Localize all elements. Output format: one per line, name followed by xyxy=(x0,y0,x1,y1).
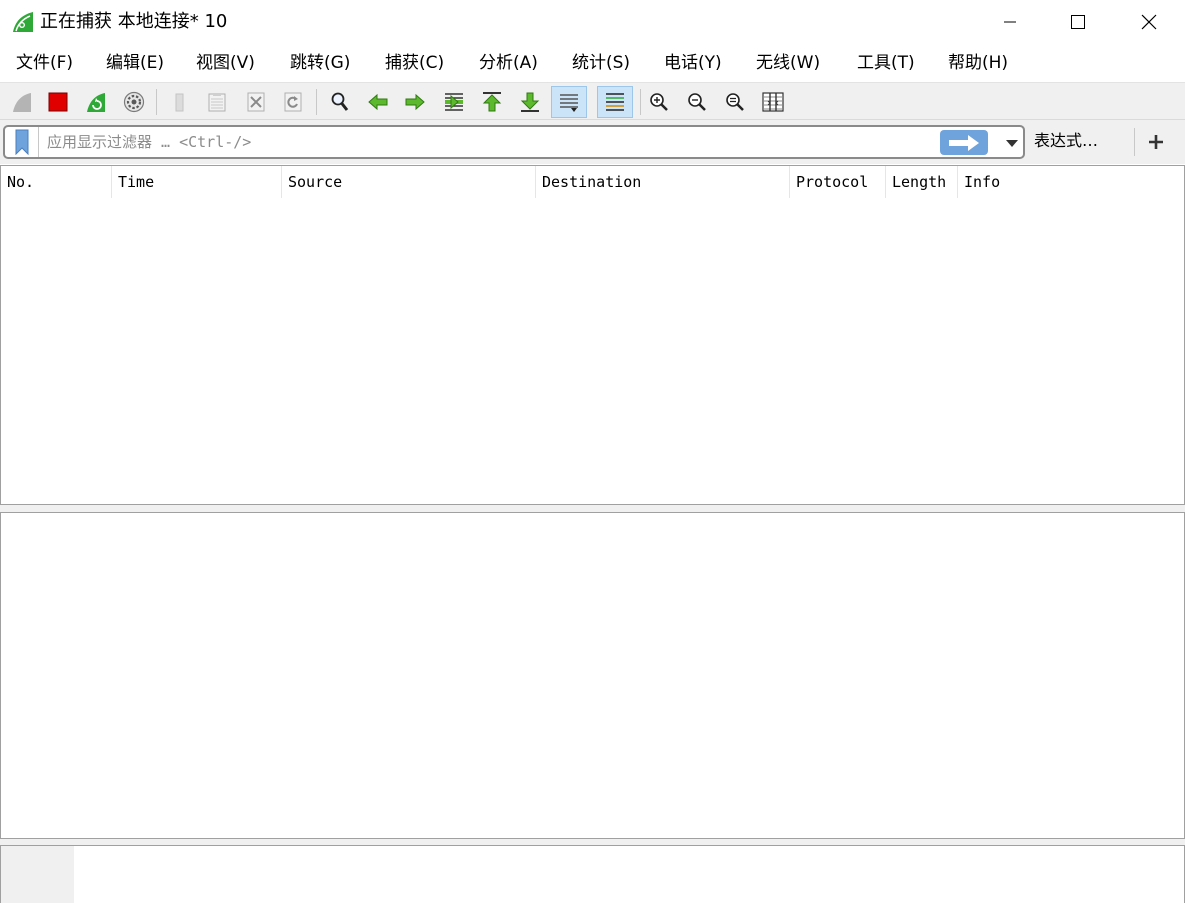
menu-help[interactable]: 帮助(H) xyxy=(948,51,1008,75)
find-packet-button[interactable] xyxy=(324,86,356,118)
menu-tools[interactable]: 工具(T) xyxy=(857,51,915,75)
menu-edit[interactable]: 编辑(E) xyxy=(106,51,164,75)
go-forward-button[interactable] xyxy=(399,86,431,118)
shark-fin-icon xyxy=(13,93,31,112)
auto-scroll-icon xyxy=(560,94,578,112)
resize-columns-button[interactable] xyxy=(757,86,789,118)
packet-list-header: No. Time Source Destination Protocol Len… xyxy=(1,166,1184,198)
file-open-icon xyxy=(175,93,184,112)
menu-telephony[interactable]: 电话(Y) xyxy=(664,51,722,75)
arrow-up-icon xyxy=(482,92,502,112)
auto-scroll-button[interactable] xyxy=(551,86,587,118)
zoom-in-button[interactable] xyxy=(643,86,675,118)
zoom-out-icon xyxy=(688,93,706,111)
packet-bytes-pane[interactable] xyxy=(0,845,1185,903)
display-filter-box xyxy=(3,125,1025,159)
filter-history-dropdown[interactable] xyxy=(1001,130,1023,155)
menu-go[interactable]: 跳转(G) xyxy=(290,51,350,75)
go-to-packet-button[interactable] xyxy=(438,86,470,118)
reload-file-button[interactable] xyxy=(277,86,309,118)
search-icon xyxy=(331,92,349,111)
minimize-icon xyxy=(1004,21,1016,23)
column-header-time[interactable]: Time xyxy=(112,166,282,198)
main-toolbar xyxy=(0,82,1185,120)
restart-capture-button[interactable] xyxy=(80,86,112,118)
filter-bookmark-button[interactable] xyxy=(5,127,39,157)
column-header-length[interactable]: Length xyxy=(886,166,958,198)
expression-button[interactable]: 表达式… xyxy=(1034,130,1098,152)
toolbar-separator xyxy=(640,89,641,115)
bookmark-icon xyxy=(15,129,28,155)
menu-capture[interactable]: 捕获(C) xyxy=(385,51,444,75)
pane-splitter[interactable] xyxy=(0,505,1185,512)
arrow-right-icon xyxy=(949,134,979,151)
close-file-button[interactable] xyxy=(240,86,272,118)
last-packet-button[interactable] xyxy=(514,86,546,118)
save-file-button[interactable] xyxy=(201,86,233,118)
menu-wireless[interactable]: 无线(W) xyxy=(756,51,820,75)
maximize-button[interactable] xyxy=(1043,0,1113,44)
column-header-info[interactable]: Info xyxy=(958,166,1184,198)
column-header-no[interactable]: No. xyxy=(1,166,112,198)
save-file-icon xyxy=(208,93,226,112)
stop-capture-button[interactable] xyxy=(42,86,74,118)
close-button[interactable] xyxy=(1114,0,1184,44)
packet-list-pane[interactable]: No. Time Source Destination Protocol Len… xyxy=(0,165,1185,505)
maximize-icon xyxy=(1071,15,1085,29)
chevron-down-icon xyxy=(1006,139,1018,147)
go-to-packet-icon xyxy=(445,93,463,111)
normal-size-button[interactable] xyxy=(719,86,751,118)
restart-shark-icon xyxy=(87,93,105,112)
first-packet-button[interactable] xyxy=(476,86,508,118)
reload-icon xyxy=(284,92,302,112)
column-header-source[interactable]: Source xyxy=(282,166,536,198)
zoom-out-button[interactable] xyxy=(681,86,713,118)
menu-view[interactable]: 视图(V) xyxy=(196,51,255,75)
go-back-button[interactable] xyxy=(362,86,394,118)
arrow-right-icon xyxy=(405,93,425,111)
zoom-reset-icon xyxy=(726,93,744,111)
display-filter-input[interactable] xyxy=(47,131,927,153)
arrow-left-icon xyxy=(368,93,388,111)
resize-columns-icon xyxy=(762,92,784,112)
menu-analyze[interactable]: 分析(A) xyxy=(479,51,538,75)
bytes-offset-gutter xyxy=(1,846,74,903)
add-filter-button[interactable] xyxy=(1144,130,1168,154)
close-icon xyxy=(1141,14,1157,30)
menu-bar: 文件(F) 编辑(E) 视图(V) 跳转(G) 捕获(C) 分析(A) 统计(S… xyxy=(0,44,1185,82)
gear-icon xyxy=(123,91,145,113)
toolbar-separator xyxy=(156,89,157,115)
zoom-in-icon xyxy=(650,93,668,111)
start-capture-button[interactable] xyxy=(6,86,38,118)
filter-separator xyxy=(1134,128,1135,156)
display-filter-bar: 表达式… xyxy=(0,120,1185,164)
capture-options-button[interactable] xyxy=(118,86,150,118)
plus-icon xyxy=(1149,135,1163,149)
packet-details-pane[interactable] xyxy=(0,512,1185,839)
minimize-button[interactable] xyxy=(975,0,1045,44)
window-title: 正在捕获 本地连接* 10 xyxy=(40,11,228,32)
column-header-destination[interactable]: Destination xyxy=(536,166,790,198)
colorize-icon xyxy=(606,93,624,111)
open-file-button[interactable] xyxy=(164,86,196,118)
menu-statistics[interactable]: 统计(S) xyxy=(572,51,630,75)
column-header-protocol[interactable]: Protocol xyxy=(790,166,886,198)
close-file-icon xyxy=(247,92,265,112)
colorize-button[interactable] xyxy=(597,86,633,118)
stop-icon xyxy=(48,92,68,112)
apply-filter-button[interactable] xyxy=(940,130,988,155)
menu-file[interactable]: 文件(F) xyxy=(16,51,73,75)
toolbar-separator xyxy=(316,89,317,115)
arrow-down-icon xyxy=(520,92,540,112)
wireshark-logo-icon xyxy=(13,12,33,32)
title-bar: 正在捕获 本地连接* 10 xyxy=(0,0,1185,44)
